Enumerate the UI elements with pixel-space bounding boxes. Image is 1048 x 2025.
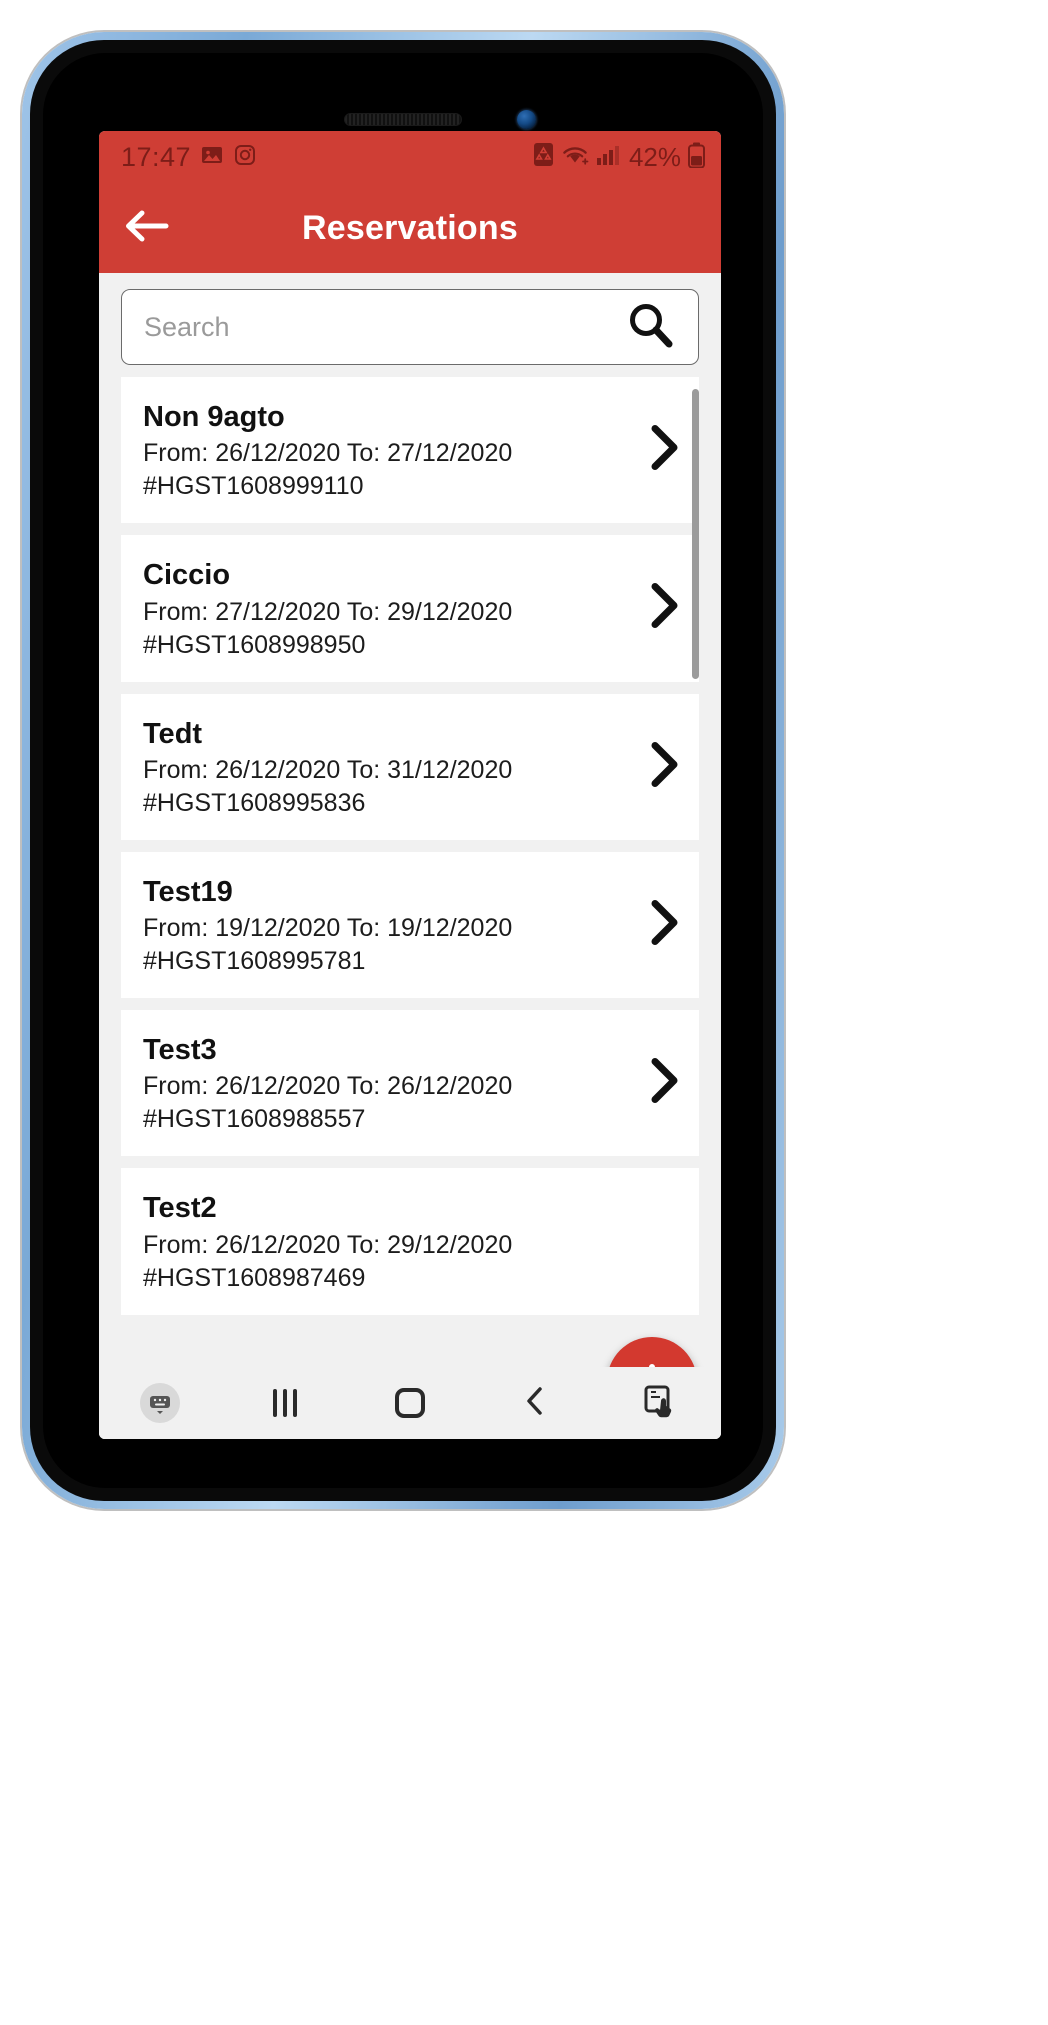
home-icon [395, 1388, 425, 1418]
reservation-name: Test19 [143, 875, 233, 908]
android-nav-bar [99, 1367, 721, 1439]
reservation-texts: Test3 From: 26/12/2020 To: 26/12/2020 #H… [143, 1032, 639, 1136]
reservation-texts: Tedt From: 26/12/2020 To: 31/12/2020 #HG… [143, 716, 639, 820]
search-section [99, 273, 721, 377]
nav-keyboard-hide-button[interactable] [123, 1375, 197, 1431]
screenshot-root: 17:47 42% Reservations Search Non 9agto … [0, 0, 1048, 2025]
app-bar: Reservations [99, 183, 721, 273]
reservation-texts: Test19 From: 19/12/2020 To: 19/12/2020 #… [143, 874, 639, 978]
screenshot-touch-icon [643, 1384, 677, 1423]
reservation-code: #HGST1608995836 [143, 788, 366, 817]
nav-home-button[interactable] [373, 1375, 447, 1431]
reservation-name: Test3 [143, 1034, 217, 1066]
reservation-texts: Non 9agto From: 26/12/2020 To: 27/12/202… [143, 399, 639, 503]
phone-notch [253, 53, 553, 115]
reservation-dates: From: 26/12/2020 To: 29/12/2020 [143, 1230, 513, 1259]
reservation-code: #HGST1608998950 [143, 630, 366, 659]
phone-screen: 17:47 42% Reservations Search Non 9agto … [99, 131, 721, 1439]
reservation-name: Test2 [143, 1192, 217, 1225]
table-row[interactable]: Test19 From: 19/12/2020 To: 19/12/2020 #… [121, 851, 699, 998]
arrow-left-icon [122, 206, 170, 251]
status-bar: 17:47 42% [99, 131, 721, 183]
reservation-texts: Ciccio From: 27/12/2020 To: 29/12/2020 #… [143, 557, 639, 661]
reservation-code: #HGST1608987469 [143, 1263, 366, 1292]
reservation-code: #HGST1608995781 [143, 947, 366, 975]
battery-percent-label: 42% [628, 141, 681, 172]
content-area: Non 9agto From: 26/12/2020 To: 27/12/202… [99, 273, 721, 1439]
front-camera [517, 110, 536, 129]
instagram-icon [233, 143, 257, 172]
keyboard-hide-icon [140, 1383, 180, 1423]
reservation-code: #HGST1608988557 [143, 1105, 366, 1134]
reservation-code: #HGST1608999110 [143, 472, 364, 501]
search-input[interactable] [144, 311, 624, 343]
table-row[interactable]: Non 9agto From: 26/12/2020 To: 27/12/202… [121, 377, 699, 524]
signal-icon [596, 142, 622, 172]
nav-recents-button[interactable] [248, 1375, 322, 1431]
battery-icon [688, 142, 705, 173]
back-button[interactable] [119, 201, 173, 255]
reservation-dates: From: 26/12/2020 To: 26/12/2020 [143, 1072, 513, 1101]
page-title: Reservations [302, 208, 518, 247]
reservation-dates: From: 27/12/2020 To: 29/12/2020 [143, 597, 513, 626]
table-row[interactable]: Test2 From: 26/12/2020 To: 29/12/2020 #H… [121, 1168, 699, 1315]
chevron-right-icon[interactable] [647, 897, 681, 952]
alarm-recycle-icon [533, 142, 554, 172]
search-box[interactable] [121, 289, 699, 365]
phone-bezel: 17:47 42% Reservations Search Non 9agto … [43, 53, 763, 1488]
reservation-texts: Test2 From: 26/12/2020 To: 29/12/2020 #H… [143, 1190, 639, 1294]
back-icon [522, 1385, 548, 1422]
recents-icon [273, 1389, 297, 1417]
reservation-dates: From: 26/12/2020 To: 31/12/2020 [143, 755, 513, 784]
reservation-dates: From: 19/12/2020 To: 19/12/2020 [143, 914, 513, 942]
table-row[interactable]: Test3 From: 26/12/2020 To: 26/12/2020 #H… [121, 1010, 699, 1157]
chevron-right-icon[interactable] [647, 581, 681, 636]
wifi-icon [561, 142, 589, 172]
reservations-list: Non 9agto From: 26/12/2020 To: 27/12/202… [99, 377, 721, 1315]
search-icon[interactable] [624, 299, 676, 356]
nav-back-button[interactable] [498, 1375, 572, 1431]
phone-frame: 17:47 42% Reservations Search Non 9agto … [22, 32, 784, 1509]
nav-screenshot-button[interactable] [623, 1375, 697, 1431]
table-row[interactable]: Tedt From: 26/12/2020 To: 31/12/2020 #HG… [121, 693, 699, 840]
image-icon [200, 143, 224, 172]
chevron-right-icon[interactable] [647, 1056, 681, 1111]
reservation-name: Tedt [143, 717, 203, 750]
status-bar-left: 17:47 [121, 142, 257, 173]
reservation-name: Non 9agto [143, 401, 285, 433]
scrollbar-thumb[interactable] [692, 389, 699, 679]
chevron-right-icon[interactable] [647, 423, 681, 478]
reservation-dates: From: 26/12/2020 To: 27/12/2020 [143, 439, 513, 468]
earpiece-speaker [344, 113, 462, 126]
status-bar-clock: 17:47 [121, 141, 192, 172]
table-row[interactable]: Ciccio From: 27/12/2020 To: 29/12/2020 #… [121, 535, 699, 682]
reservation-name: Ciccio [143, 559, 231, 592]
chevron-right-icon[interactable] [647, 739, 681, 794]
phone-midframe: 17:47 42% Reservations Search Non 9agto … [30, 40, 776, 1501]
status-bar-right: 42% [533, 142, 705, 173]
